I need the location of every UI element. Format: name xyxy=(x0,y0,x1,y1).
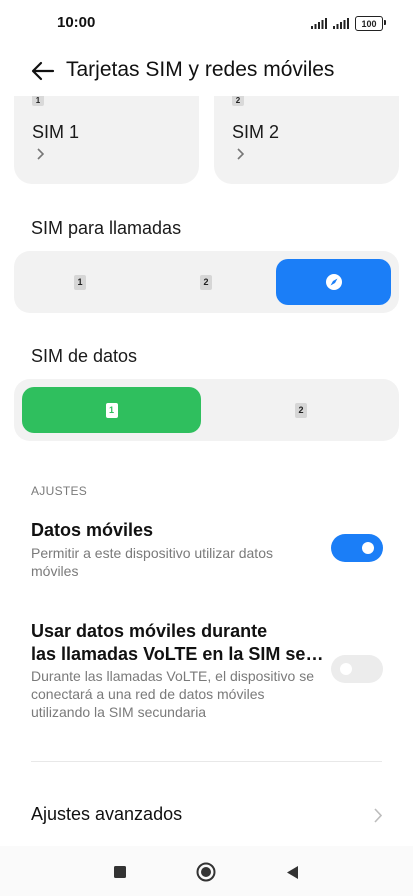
back-nav-button[interactable] xyxy=(280,860,304,884)
sim-chip-1: 1 xyxy=(74,274,86,290)
home-button[interactable] xyxy=(194,860,218,884)
status-time: 10:00 xyxy=(57,14,96,31)
calls-option-sim-1[interactable]: 1 xyxy=(22,259,138,305)
sim-chip-2: 2 xyxy=(295,402,307,418)
status-icons: 100 xyxy=(311,16,386,31)
recents-button[interactable] xyxy=(108,860,132,884)
volte-data-title-line-2: las llamadas VoLTE en la SIM se… xyxy=(31,644,324,664)
sim-card-1[interactable]: 1 SIM 1 xyxy=(14,96,199,184)
sim-card-2[interactable]: 2 SIM 2 xyxy=(214,96,399,184)
advanced-settings-label: Ajustes avanzados xyxy=(31,804,183,824)
chevron-right-icon xyxy=(37,148,44,160)
data-sim-selector: 1 2 xyxy=(14,379,399,441)
calls-option-sim-2[interactable]: 2 xyxy=(148,259,264,305)
data-section-label: SIM de datos xyxy=(31,346,138,366)
compass-icon xyxy=(325,274,342,290)
battery-icon: 100 xyxy=(355,16,386,31)
volte-data-toggle[interactable] xyxy=(331,655,383,683)
volte-data-title-line-1: Usar datos móviles durante xyxy=(31,621,268,641)
signal-icon xyxy=(333,18,349,29)
home-circle-icon xyxy=(196,862,216,882)
signal-icon xyxy=(311,18,327,29)
status-bar: 10:00 100 xyxy=(0,0,413,48)
navigation-bar xyxy=(0,846,413,896)
back-triangle-icon xyxy=(286,865,298,879)
back-arrow-icon xyxy=(31,61,55,81)
advanced-settings-row[interactable]: Ajustes avanzados xyxy=(0,790,413,842)
toggle-knob xyxy=(362,542,374,554)
toggle-knob xyxy=(340,663,352,675)
chevron-right-icon xyxy=(374,808,382,823)
sim-card-name: SIM 2 xyxy=(232,122,280,142)
settings-section-label: AJUSTES xyxy=(31,484,88,498)
sim-card-name: SIM 1 xyxy=(32,122,80,142)
data-option-sim-2[interactable]: 2 xyxy=(211,387,391,433)
calls-section-label: SIM para llamadas xyxy=(31,218,182,238)
mobile-data-description: Permitir a este dispositivo utilizar dat… xyxy=(31,545,273,579)
back-button[interactable] xyxy=(28,56,58,86)
calls-option-ask[interactable] xyxy=(276,259,391,305)
volte-data-description: Durante las llamadas VoLTE, el dispositi… xyxy=(31,668,314,720)
data-option-sim-1[interactable]: 1 xyxy=(22,387,201,433)
recents-square-icon xyxy=(114,866,126,878)
app-bar: Tarjetas SIM y redes móviles xyxy=(0,50,413,90)
sim-chip-1: 1 xyxy=(105,402,118,418)
sim-chip-1: 1 xyxy=(32,96,44,106)
mobile-data-title: Datos móviles xyxy=(31,520,154,540)
page-title: Tarjetas SIM y redes móviles xyxy=(66,58,335,81)
sim-chip-2: 2 xyxy=(200,274,212,290)
divider xyxy=(31,761,382,762)
chevron-right-icon xyxy=(237,148,244,160)
calls-sim-selector: 1 2 xyxy=(14,251,399,313)
sim-chip-2: 2 xyxy=(232,96,244,106)
mobile-data-toggle[interactable] xyxy=(331,534,383,562)
